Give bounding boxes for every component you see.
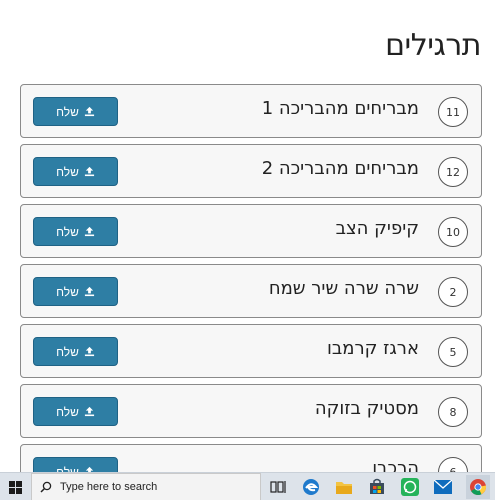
exercise-card: 11 מבריחים מהבריכה 1 שלח (20, 84, 482, 138)
exercise-card: 10 קיפיק הצב שלח (20, 204, 482, 258)
exercise-title[interactable]: מבריחים מהבריכה 2 (262, 158, 419, 179)
send-button[interactable]: שלח (33, 397, 118, 426)
exercise-title[interactable]: מבריחים מהבריכה 1 (262, 98, 419, 119)
send-button-label: שלח (56, 164, 79, 179)
upload-icon (84, 286, 94, 297)
store-icon[interactable] (367, 477, 387, 497)
mail-icon[interactable] (433, 477, 453, 497)
exercise-title[interactable]: מסטיק בזוקה (315, 398, 419, 419)
exercise-number: 5 (438, 337, 468, 367)
upload-icon (84, 226, 94, 237)
send-button[interactable]: שלח (33, 157, 118, 186)
task-view-icon[interactable] (268, 477, 288, 497)
exercise-number: 8 (438, 397, 468, 427)
upload-icon (84, 406, 94, 417)
send-button-label: שלח (56, 284, 79, 299)
send-button[interactable]: שלח (33, 277, 118, 306)
upload-icon (84, 106, 94, 117)
edge-icon[interactable] (301, 477, 321, 497)
search-placeholder: Type here to search (60, 481, 158, 493)
exercise-card: 12 מבריחים מהבריכה 2 שלח (20, 144, 482, 198)
windows-taskbar: Type here to search (0, 472, 495, 500)
exercise-title[interactable]: שרה שרה שיר שמח (269, 278, 419, 299)
taskbar-search-box[interactable]: Type here to search (31, 473, 261, 500)
send-button-label: שלח (56, 344, 79, 359)
exercise-list: 11 מבריחים מהבריכה 1 שלח 12 מבריחים מהבר… (20, 84, 482, 500)
send-button[interactable]: שלח (33, 337, 118, 366)
exercise-card: 8 מסטיק בזוקה שלח (20, 384, 482, 438)
exercise-title[interactable]: ארגז קרמבו (327, 338, 419, 359)
whatsapp-icon[interactable] (400, 477, 420, 497)
windows-start-icon[interactable] (0, 473, 30, 500)
send-button[interactable]: שלח (33, 97, 118, 126)
send-button-label: שלח (56, 104, 79, 119)
exercise-number: 10 (438, 217, 468, 247)
search-icon (40, 481, 52, 493)
exercise-number: 11 (438, 97, 468, 127)
page-title: תרגילים (385, 28, 481, 63)
exercise-number: 12 (438, 157, 468, 187)
send-button-label: שלח (56, 404, 79, 419)
file-explorer-icon[interactable] (334, 477, 354, 497)
exercise-card: 5 ארגז קרמבו שלח (20, 324, 482, 378)
chrome-icon[interactable] (466, 475, 490, 499)
exercise-card: 2 שרה שרה שיר שמח שלח (20, 264, 482, 318)
send-button[interactable]: שלח (33, 217, 118, 246)
send-button-label: שלח (56, 224, 79, 239)
upload-icon (84, 166, 94, 177)
page: תרגילים 11 מבריחים מהבריכה 1 שלח 12 מברי… (0, 0, 495, 500)
upload-icon (84, 346, 94, 357)
exercise-title[interactable]: קיפיק הצב (336, 218, 419, 239)
exercise-number: 2 (438, 277, 468, 307)
